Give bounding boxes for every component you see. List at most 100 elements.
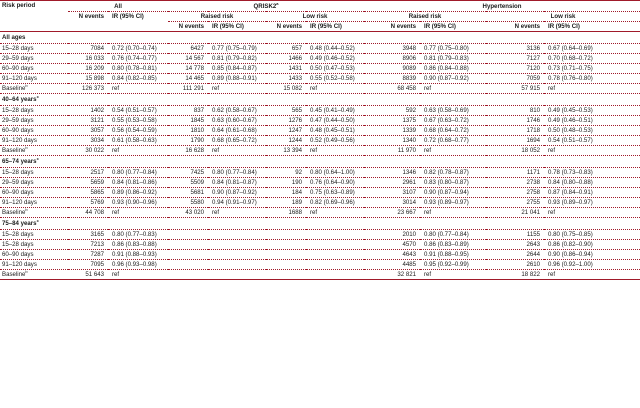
cell-ql-ir: 0.45 (0.41–0.49) [306,105,365,116]
risk-period-footnote: b [25,83,28,88]
risk-period-text: 91–120 days [2,137,37,144]
cell-hl-n: 3136 [486,43,545,54]
cell-qr-n: 837 [168,105,209,116]
cell-all-ir: ref [108,83,169,94]
risk-period-text: 60–90 days [2,189,34,196]
cell-hl-ir: 0.73 (0.71–0.75) [544,63,640,74]
section-title-text: 75–84 years [2,220,37,227]
cell-qr-n: 111 291 [168,83,209,94]
risk-period-text: 29–59 days [2,117,34,124]
cell-hr-n: 11 970 [364,145,421,156]
risk-period-text: 91–120 days [2,75,37,82]
cell-hr-n: 1346 [364,167,421,178]
risk-period-cell: 15–28 days [0,105,68,116]
cell-all-n: 1402 [68,105,108,116]
table-row: 91–120 days 15 898 0.84 (0.82–0.85) 14 465 0… [0,73,640,84]
cell-all-n: 7213 [68,239,108,250]
cell-ql-ir: 0.75 (0.63–0.89) [306,187,365,198]
cell-all-ir: 0.80 (0.77–0.84) [108,167,169,178]
cell-hl-n: 2644 [486,249,545,260]
cell-all-ir: 0.54 (0.51–0.57) [108,105,169,116]
cell-all-ir: 0.86 (0.83–0.88) [108,239,169,250]
cell-ql-n [266,249,307,260]
cell-hr-ir: 0.63 (0.58–0.69) [420,105,487,116]
cell-ql-ir: 0.80 (0.64–1.00) [306,167,365,178]
section-title-footnote: c [36,217,39,223]
cell-all-n: 3121 [68,115,108,126]
results-table: Risk period All QRISK2a Hypertension N e… [0,0,640,280]
cell-qr-ir: 0.63 (0.60–0.67) [208,115,267,126]
cell-ql-ir [306,229,365,240]
cell-qr-n [168,269,209,280]
cell-all-ir: 0.76 (0.74–0.77) [108,53,169,64]
cell-qr-ir: ref [208,145,267,156]
cell-hr-n: 2010 [364,229,421,240]
cell-hl-ir: 0.70 (0.68–0.72) [544,53,640,64]
risk-period-cell: 15–28 days [0,43,68,54]
risk-period-cell: 29–59 days [0,115,68,126]
cell-hl-n: 1718 [486,125,545,136]
cell-all-n: 5659 [68,177,108,188]
cell-hl-ir: 0.80 (0.75–0.85) [544,229,640,240]
section-title: 40–64 yearsc [0,93,640,106]
cell-ql-n [266,239,307,250]
cell-ql-n [266,259,307,270]
cell-all-ir: 0.93 (0.90–0.96) [108,197,169,208]
cell-qr-ir: 0.80 (0.77–0.84) [208,167,267,178]
cell-hl-n: 1155 [486,229,545,240]
cell-hr-n: 8906 [364,53,421,64]
risk-period-text: Baseline [2,271,26,278]
cell-ql-n: 184 [266,187,307,198]
cell-hl-n: 1171 [486,167,545,178]
cell-all-n: 51 643 [68,269,108,280]
cell-qr-ir: 0.84 (0.81–0.87) [208,177,267,188]
cell-qr-n: 43 020 [168,207,209,218]
risk-period-cell: 60–90 days [0,63,68,74]
cell-hl-n: 21 041 [486,207,545,218]
cell-ql-n: 1466 [266,53,307,64]
section-header-row: 40–64 yearsc [0,93,640,106]
all-header: All [68,0,169,12]
table-header: Risk period All QRISK2a Hypertension N e… [0,0,640,32]
cell-ql-ir: 0.76 (0.64–0.90) [306,177,365,188]
cell-qr-ir: 0.68 (0.65–0.72) [208,135,267,146]
cell-ql-ir [306,249,365,260]
risk-period-text: 15–28 days [2,107,34,114]
risk-period-text: Baseline [2,85,26,92]
risk-period-footnote: b [25,145,28,150]
cell-all-ir: 0.91 (0.88–0.93) [108,249,169,260]
cell-hl-n: 7059 [486,73,545,84]
risk-period-cell: 29–59 days [0,53,68,64]
cell-hl-ir: ref [544,83,640,94]
cell-all-n: 44 708 [68,207,108,218]
table-row: 15–28 days 7084 0.72 (0.70–0.74) 6427 0.77 (… [0,43,640,54]
cell-ql-n: 657 [266,43,307,54]
risk-period-text: 60–90 days [2,251,34,258]
qrisk2-low-header: Low risk [266,11,365,22]
cell-hr-ir: 0.81 (0.79–0.83) [420,53,487,64]
cell-hl-ir: 0.49 (0.46–0.51) [544,115,640,126]
cell-qr-n [168,249,209,260]
cell-qr-ir [208,239,267,250]
cell-hr-ir: ref [420,145,487,156]
cell-qr-ir: 0.94 (0.91–0.97) [208,197,267,208]
cell-ql-n: 189 [266,197,307,208]
cell-hl-n: 7120 [486,63,545,74]
cell-qr-ir: 0.85 (0.84–0.87) [208,63,267,74]
all-ir-header: IR (95% CI) [112,13,144,21]
cell-all-n: 7287 [68,249,108,260]
cell-all-ir: 0.96 (0.93–0.98) [108,259,169,270]
risk-period-text: 15–28 days [2,241,34,248]
risk-period-text: 29–59 days [2,55,34,62]
risk-period-cell: 91–120 days [0,197,68,208]
table-row: 91–120 days 7095 0.96 (0.93–0.98) 4485 0.95 … [0,259,640,270]
cell-qr-ir [208,269,267,280]
cell-hr-ir: 0.90 (0.87–0.92) [420,73,487,84]
table-row: 15–28 days 2517 0.80 (0.77–0.84) 7425 0.80 (… [0,167,640,178]
cell-hl-ir: 0.84 (0.80–0.88) [544,177,640,188]
risk-period-text: 15–28 days [2,231,34,238]
section-title: 65–74 yearsc [0,155,640,168]
cell-all-n: 3165 [68,229,108,240]
cell-qr-n: 5681 [168,187,209,198]
cell-hl-n: 1694 [486,135,545,146]
